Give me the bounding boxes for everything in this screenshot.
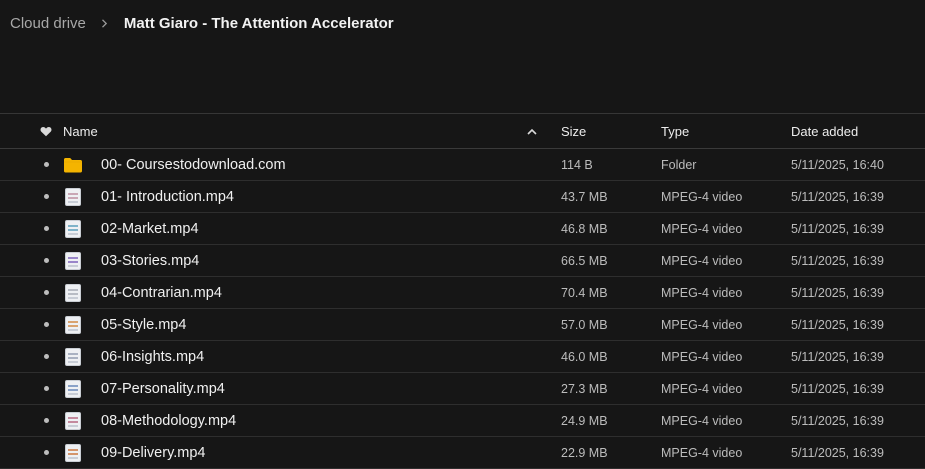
breadcrumb-current-folder: Matt Giaro - The Attention Accelerator xyxy=(123,14,394,32)
file-size: 114 B xyxy=(561,157,593,172)
file-type: MPEG-4 video xyxy=(661,221,743,236)
file-name[interactable]: 00- Coursestodownload.com xyxy=(101,149,286,180)
row-bullet xyxy=(36,309,56,340)
row-bullet xyxy=(36,149,56,180)
file-size: 46.8 MB xyxy=(561,221,608,236)
video-thumbnail-icon xyxy=(65,315,81,334)
table-row[interactable]: 04-Contrarian.mp4 70.4 MB MPEG-4 video 5… xyxy=(0,277,925,309)
row-bullet xyxy=(36,277,56,308)
table-row[interactable]: 01- Introduction.mp4 43.7 MB MPEG-4 vide… xyxy=(0,181,925,213)
sort-ascending-icon[interactable] xyxy=(526,114,538,148)
table-row[interactable]: 06-Insights.mp4 46.0 MB MPEG-4 video 5/1… xyxy=(0,341,925,373)
file-list: 00- Coursestodownload.com 114 B Folder 5… xyxy=(0,149,925,469)
file-size: 46.0 MB xyxy=(561,349,608,364)
file-type-icon xyxy=(63,437,83,468)
chevron-right-icon xyxy=(100,18,109,28)
file-name[interactable]: 05-Style.mp4 xyxy=(101,309,186,340)
table-row[interactable]: 05-Style.mp4 57.0 MB MPEG-4 video 5/11/2… xyxy=(0,309,925,341)
file-name[interactable]: 08-Methodology.mp4 xyxy=(101,405,236,436)
file-name[interactable]: 03-Stories.mp4 xyxy=(101,245,199,276)
file-date-added: 5/11/2025, 16:39 xyxy=(791,253,884,268)
table-header: Name Size Type Date added xyxy=(0,114,925,149)
file-type: MPEG-4 video xyxy=(661,349,743,364)
file-name[interactable]: 06-Insights.mp4 xyxy=(101,341,204,372)
row-bullet xyxy=(36,405,56,436)
file-size: 22.9 MB xyxy=(561,445,608,460)
file-date-added: 5/11/2025, 16:39 xyxy=(791,221,884,236)
file-size: 70.4 MB xyxy=(561,285,608,300)
file-date-added: 5/11/2025, 16:39 xyxy=(791,285,884,300)
table-row[interactable]: 08-Methodology.mp4 24.9 MB MPEG-4 video … xyxy=(0,405,925,437)
file-type-icon xyxy=(63,149,83,180)
file-table: Name Size Type Date added 00- Coursestod… xyxy=(0,113,925,469)
row-bullet xyxy=(36,245,56,276)
file-type-icon xyxy=(63,245,83,276)
file-size: 27.3 MB xyxy=(561,381,608,396)
file-name[interactable]: 04-Contrarian.mp4 xyxy=(101,277,222,308)
file-type: Folder xyxy=(661,157,697,172)
column-header-size[interactable]: Size xyxy=(561,114,586,148)
file-date-added: 5/11/2025, 16:39 xyxy=(791,445,884,460)
file-date-added: 5/11/2025, 16:39 xyxy=(791,189,884,204)
file-date-added: 5/11/2025, 16:39 xyxy=(791,381,884,396)
video-thumbnail-icon xyxy=(65,219,81,238)
file-name[interactable]: 02-Market.mp4 xyxy=(101,213,199,244)
row-bullet xyxy=(36,181,56,212)
table-row[interactable]: 03-Stories.mp4 66.5 MB MPEG-4 video 5/11… xyxy=(0,245,925,277)
column-header-name[interactable]: Name xyxy=(63,114,98,148)
row-bullet xyxy=(36,341,56,372)
video-thumbnail-icon xyxy=(65,347,81,366)
video-thumbnail-icon xyxy=(65,443,81,462)
file-type-icon xyxy=(63,213,83,244)
file-date-added: 5/11/2025, 16:39 xyxy=(791,413,884,428)
file-name[interactable]: 07-Personality.mp4 xyxy=(101,373,225,404)
row-bullet xyxy=(36,437,56,468)
file-type: MPEG-4 video xyxy=(661,189,743,204)
video-thumbnail-icon xyxy=(65,187,81,206)
column-header-date-added[interactable]: Date added xyxy=(791,114,858,148)
breadcrumb-cloud-drive[interactable]: Cloud drive xyxy=(10,15,86,32)
folder-icon xyxy=(63,157,83,173)
video-thumbnail-icon xyxy=(65,411,81,430)
breadcrumb: Cloud drive Matt Giaro - The Attention A… xyxy=(10,13,394,33)
video-thumbnail-icon xyxy=(65,251,81,270)
file-type-icon xyxy=(63,309,83,340)
file-type: MPEG-4 video xyxy=(661,445,743,460)
table-row[interactable]: 02-Market.mp4 46.8 MB MPEG-4 video 5/11/… xyxy=(0,213,925,245)
file-size: 66.5 MB xyxy=(561,253,608,268)
row-bullet xyxy=(36,213,56,244)
file-type: MPEG-4 video xyxy=(661,381,743,396)
file-name[interactable]: 01- Introduction.mp4 xyxy=(101,181,234,212)
video-thumbnail-icon xyxy=(65,379,81,398)
table-row[interactable]: 09-Delivery.mp4 22.9 MB MPEG-4 video 5/1… xyxy=(0,437,925,469)
heart-icon[interactable] xyxy=(36,114,56,148)
file-type: MPEG-4 video xyxy=(661,413,743,428)
file-type-icon xyxy=(63,405,83,436)
file-date-added: 5/11/2025, 16:39 xyxy=(791,317,884,332)
file-type-icon xyxy=(63,373,83,404)
file-type: MPEG-4 video xyxy=(661,253,743,268)
file-type: MPEG-4 video xyxy=(661,317,743,332)
file-name[interactable]: 09-Delivery.mp4 xyxy=(101,437,206,468)
file-date-added: 5/11/2025, 16:39 xyxy=(791,349,884,364)
row-bullet xyxy=(36,373,56,404)
file-type-icon xyxy=(63,277,83,308)
file-type: MPEG-4 video xyxy=(661,285,743,300)
file-size: 57.0 MB xyxy=(561,317,608,332)
video-thumbnail-icon xyxy=(65,283,81,302)
file-type-icon xyxy=(63,181,83,212)
file-date-added: 5/11/2025, 16:40 xyxy=(791,157,884,172)
file-type-icon xyxy=(63,341,83,372)
file-size: 43.7 MB xyxy=(561,189,608,204)
table-row[interactable]: 00- Coursestodownload.com 114 B Folder 5… xyxy=(0,149,925,181)
column-header-type[interactable]: Type xyxy=(661,114,689,148)
table-row[interactable]: 07-Personality.mp4 27.3 MB MPEG-4 video … xyxy=(0,373,925,405)
file-size: 24.9 MB xyxy=(561,413,608,428)
